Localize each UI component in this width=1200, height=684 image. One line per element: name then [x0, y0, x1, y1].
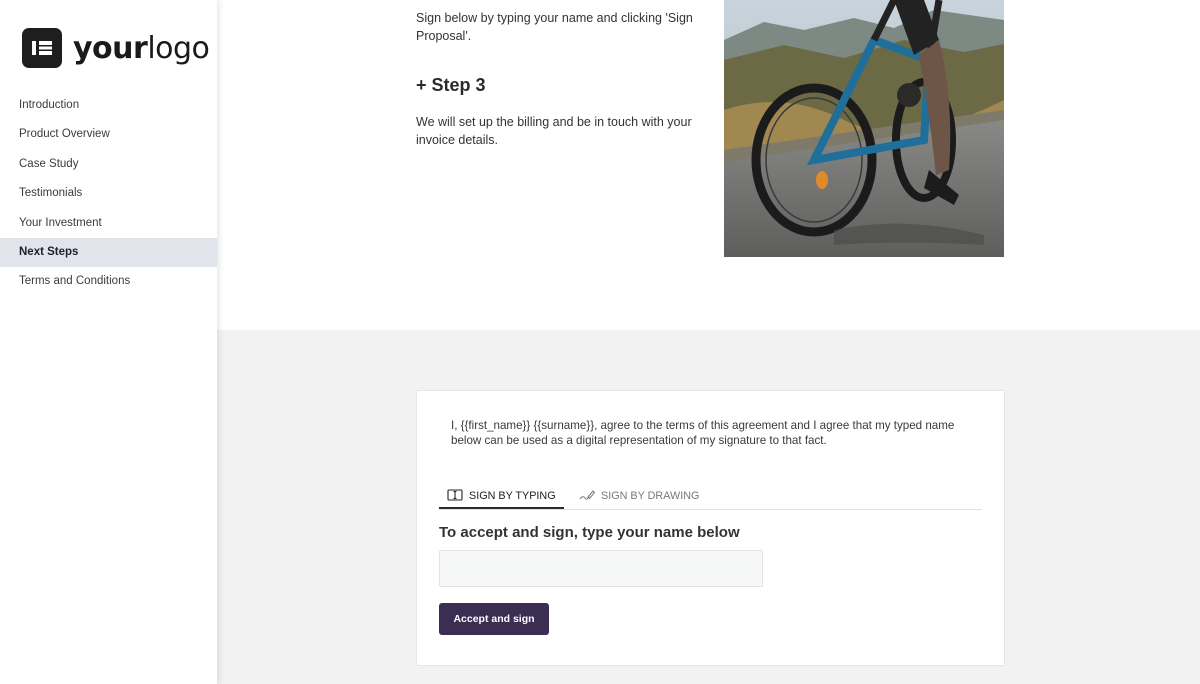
step3-text: We will set up the billing and be in tou… [416, 115, 692, 147]
tab-sign-by-typing-label: SIGN BY TYPING [469, 490, 556, 502]
sidebar-item-testimonials[interactable]: Testimonials [0, 179, 217, 208]
sidebar-item-your-investment[interactable]: Your Investment [0, 209, 217, 238]
signature-section: I, {{first_name}} {{surname}}, agree to … [217, 330, 1200, 684]
logo-text: yourlogo [73, 30, 210, 66]
keyboard-icon [447, 488, 469, 504]
logo-icon [22, 28, 62, 68]
logo[interactable]: yourlogo [22, 28, 210, 68]
signature-card: I, {{first_name}} {{surname}}, agree to … [416, 390, 1005, 666]
pen-icon [579, 489, 601, 504]
tab-sign-by-typing[interactable]: SIGN BY TYPING [439, 485, 564, 509]
sidebar-nav: Introduction Product Overview Case Study… [0, 91, 217, 297]
sign-heading: To accept and sign, type your name below [439, 524, 740, 541]
next-steps-section: Sign below by typing your name and click… [217, 0, 1200, 330]
tab-sign-by-drawing-label: SIGN BY DRAWING [601, 490, 700, 502]
logo-text-bold: your [73, 30, 148, 66]
step3-heading: + Step 3 [416, 75, 486, 95]
tab-sign-by-drawing[interactable]: SIGN BY DRAWING [571, 485, 707, 507]
signature-name-input[interactable] [439, 550, 763, 587]
agreement-text: I, {{first_name}} {{surname}}, agree to … [451, 419, 955, 447]
sidebar-item-case-study[interactable]: Case Study [0, 150, 217, 179]
accept-and-sign-button[interactable]: Accept and sign [439, 603, 549, 635]
sidebar-item-next-steps[interactable]: Next Steps [0, 237, 217, 268]
sidebar-item-terms-and-conditions[interactable]: Terms and Conditions [0, 267, 217, 296]
logo-text-regular: logo [147, 30, 210, 66]
sidebar-item-introduction[interactable]: Introduction [0, 91, 217, 120]
cyclist-photo [724, 0, 1004, 257]
signature-tabs: SIGN BY TYPING SIGN BY DRAWING [439, 485, 982, 510]
sidebar: yourlogo Introduction Product Overview C… [0, 0, 217, 684]
step2-text: Sign below by typing your name and click… [416, 11, 693, 43]
sidebar-item-product-overview[interactable]: Product Overview [0, 120, 217, 149]
